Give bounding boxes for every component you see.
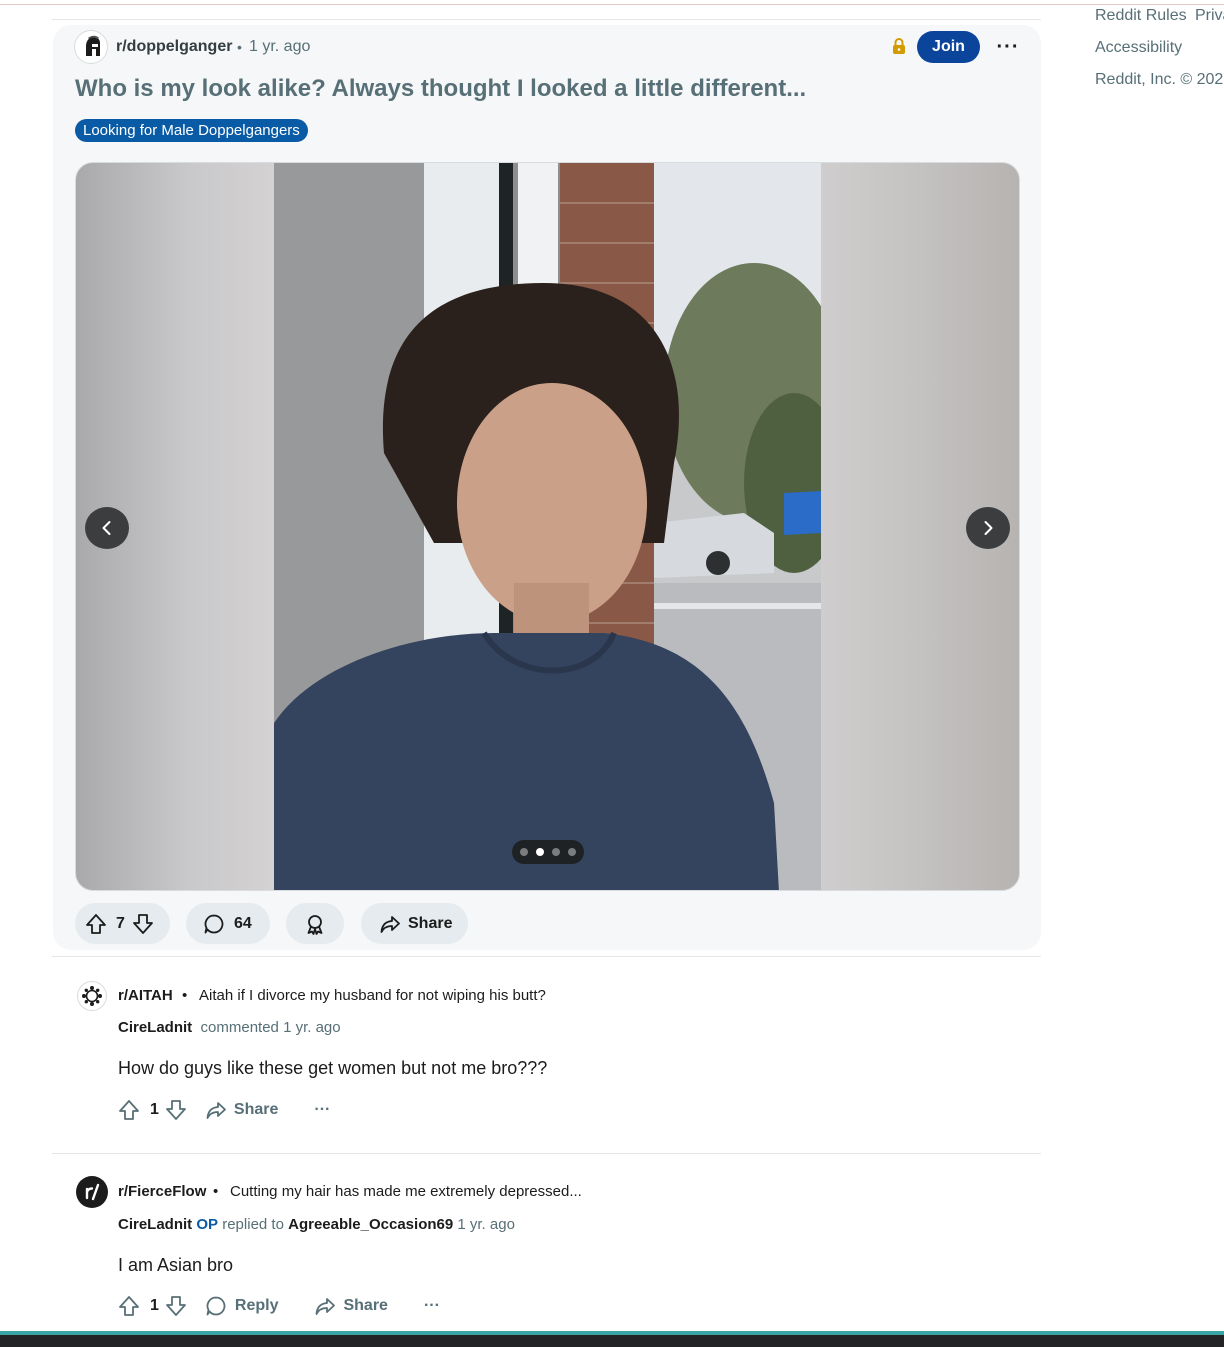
- lock-icon: [890, 37, 908, 55]
- upvote-icon: [119, 1296, 139, 1316]
- comment-vote-count: 1: [150, 1101, 159, 1118]
- gallery-photo: [274, 163, 821, 890]
- comment-vote-count: 1: [150, 1297, 159, 1314]
- comment-share-button[interactable]: Share: [314, 1295, 388, 1317]
- comment-upvote-button[interactable]: [118, 1099, 140, 1121]
- comment-author[interactable]: CireLadnit: [118, 1019, 192, 1036]
- copyright-text: Reddit, Inc. © 202: [1095, 71, 1224, 88]
- comment-reply-button[interactable]: Reply: [205, 1295, 279, 1317]
- default-subreddit-icon: [85, 1183, 100, 1201]
- comment-body[interactable]: How do guys like these get women but not…: [118, 1058, 547, 1079]
- share-label: Share: [343, 1297, 388, 1314]
- gallery-next-button[interactable]: [966, 507, 1010, 549]
- spartan-helmet-icon: [86, 35, 100, 56]
- top-border: [0, 4, 1224, 5]
- share-icon: [379, 913, 401, 935]
- downvote-icon: [166, 1296, 186, 1316]
- gallery-pagination: [512, 840, 584, 864]
- comment-upvote-button[interactable]: [118, 1295, 140, 1317]
- post-timestamp: 1 yr. ago: [249, 38, 311, 55]
- subreddit-avatar[interactable]: [74, 30, 108, 64]
- portrait-image: [274, 163, 821, 890]
- comment-meta: CireLadnit commented 1 yr. ago: [118, 1019, 341, 1036]
- reply-icon: [206, 1296, 226, 1316]
- comment-count: 64: [234, 914, 252, 932]
- feed-divider: [52, 19, 1041, 20]
- downvote-icon: [133, 913, 153, 934]
- subreddit-name[interactable]: r/doppelganger: [116, 38, 232, 56]
- share-label: Share: [233, 1101, 279, 1118]
- comment-icon: [203, 913, 225, 935]
- comment-more-options-button[interactable]: ···: [424, 1297, 440, 1315]
- downvote-icon: [166, 1100, 186, 1120]
- section-divider: [52, 956, 1041, 957]
- comment-author[interactable]: CireLadnit: [118, 1216, 192, 1233]
- comment-share-button[interactable]: Share: [205, 1099, 278, 1121]
- comment-time: 1 yr. ago: [457, 1216, 515, 1233]
- comment-actions: 1 Reply Share ···: [118, 1295, 440, 1317]
- reply-to-user[interactable]: Agreeable_Occasion69: [288, 1216, 453, 1233]
- award-icon: [307, 914, 323, 935]
- vote-count: 7: [116, 914, 125, 932]
- comment-meta: CireLadnit OP replied to Agreeable_Occas…: [118, 1216, 515, 1233]
- gallery-dot-active[interactable]: [536, 848, 544, 856]
- award-button[interactable]: [286, 903, 344, 944]
- meta-separator: •: [182, 987, 188, 1004]
- comment-post-title[interactable]: Cutting my hair has made me extremely de…: [230, 1183, 582, 1200]
- comment-more-options-button[interactable]: ···: [314, 1101, 330, 1119]
- gallery-dot[interactable]: [552, 848, 560, 856]
- comment-body[interactable]: I am Asian bro: [118, 1255, 233, 1276]
- section-divider: [52, 1153, 1041, 1154]
- upvote-icon: [86, 913, 106, 934]
- post-title[interactable]: Who is my look alike? Always thought I l…: [75, 75, 806, 103]
- subreddit-avatar-fierceflow[interactable]: [76, 1176, 108, 1208]
- chevron-left-icon: [102, 521, 111, 535]
- comment-time: 1 yr. ago: [283, 1019, 341, 1036]
- share-icon: [206, 1102, 226, 1119]
- privacy-link[interactable]: Priva: [1195, 7, 1224, 25]
- gallery-dot[interactable]: [568, 848, 576, 856]
- meta-separator: •: [237, 39, 242, 55]
- reply-label: Reply: [234, 1297, 279, 1314]
- taskbar-strip: [0, 1331, 1224, 1347]
- media-gallery[interactable]: [75, 162, 1020, 891]
- comments-button[interactable]: 64: [186, 903, 270, 944]
- vote-group: 7: [75, 903, 170, 944]
- comment-subreddit-name[interactable]: r/FierceFlow: [118, 1183, 206, 1200]
- comment-action: commented: [200, 1019, 279, 1036]
- share-icon: [316, 1298, 336, 1315]
- accessibility-link[interactable]: Accessibility: [1095, 39, 1182, 57]
- comment-downvote-button[interactable]: [165, 1099, 187, 1121]
- meta-separator: •: [213, 1183, 219, 1200]
- upvote-button[interactable]: [85, 913, 107, 935]
- comment-action: replied to: [222, 1216, 284, 1233]
- op-badge: OP: [196, 1216, 219, 1233]
- comment-subreddit-name[interactable]: r/AITAH: [118, 987, 173, 1004]
- gallery-dot[interactable]: [520, 848, 528, 856]
- post-more-options-button[interactable]: ···: [990, 31, 1026, 63]
- post-flair[interactable]: Looking for Male Doppelgangers: [75, 119, 308, 142]
- gallery-previous-button[interactable]: [85, 507, 129, 549]
- aitah-logo-icon: [82, 986, 102, 1006]
- comment-post-title[interactable]: Aitah if I divorce my husband for not wi…: [199, 987, 546, 1004]
- join-button[interactable]: Join: [917, 31, 980, 63]
- upvote-icon: [119, 1100, 139, 1120]
- comment-actions: 1 Share ···: [118, 1099, 330, 1121]
- share-button[interactable]: Share: [361, 903, 468, 944]
- share-label: Share: [408, 914, 453, 932]
- subreddit-avatar-aitah[interactable]: [77, 981, 107, 1011]
- reddit-rules-link[interactable]: Reddit Rules: [1095, 7, 1187, 25]
- comment-downvote-button[interactable]: [165, 1295, 187, 1317]
- downvote-button[interactable]: [132, 913, 154, 935]
- chevron-right-icon: [984, 521, 993, 535]
